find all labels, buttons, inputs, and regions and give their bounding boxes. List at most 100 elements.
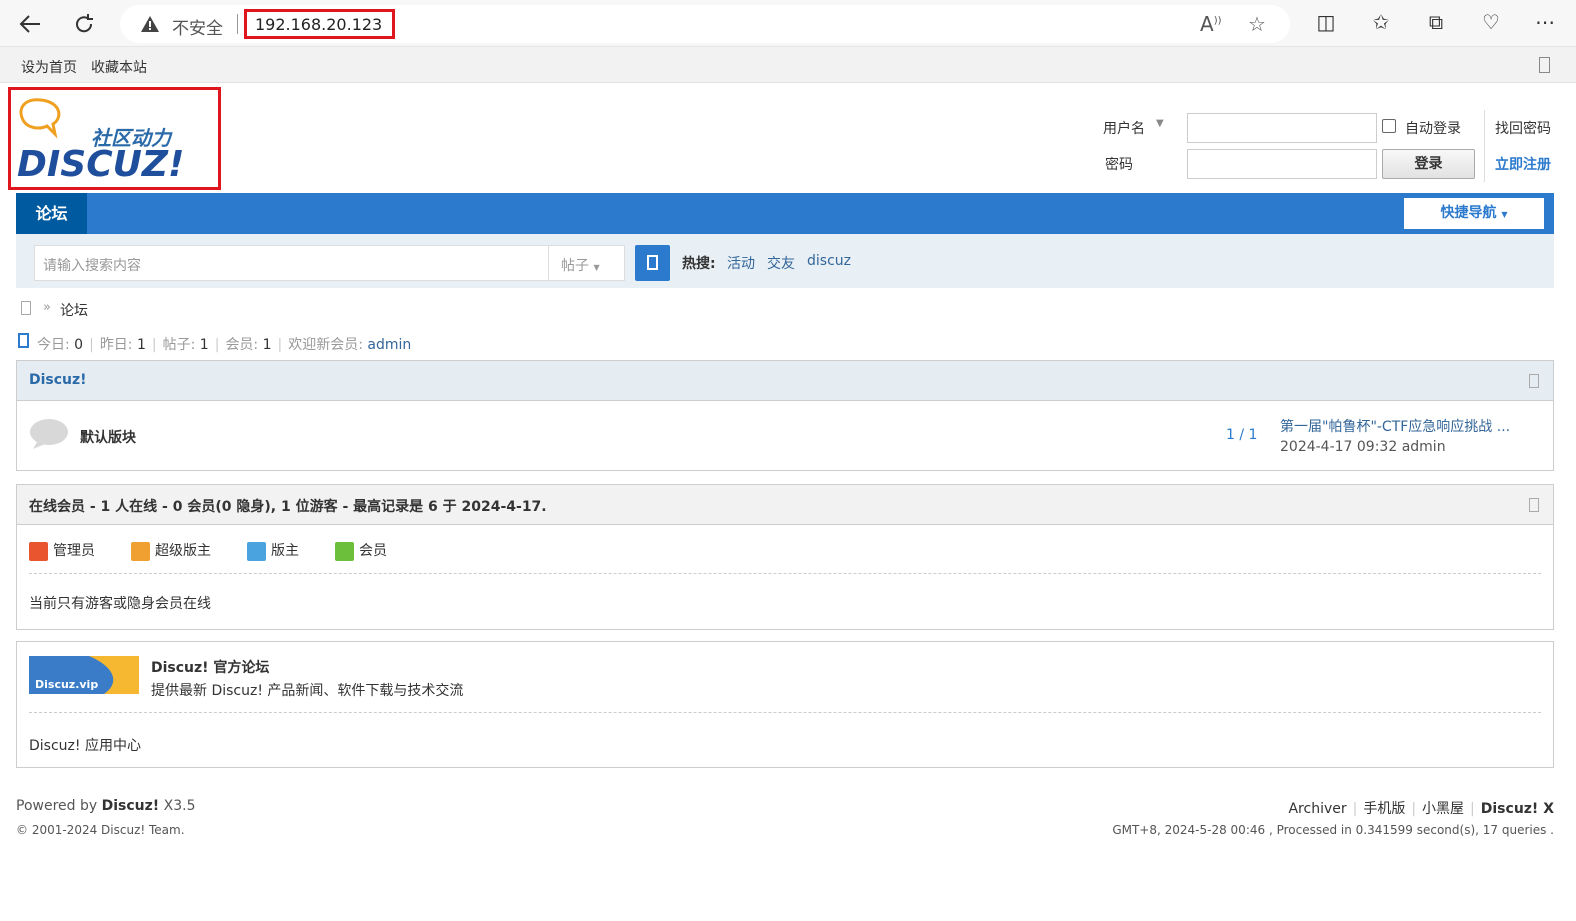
discuz-x-link[interactable]: Discuz! X	[1481, 801, 1554, 817]
online-title: 在线会员 - 1 人在线 - 0 会员(0 隐身), 1 位游客 - 最高记录是…	[29, 499, 547, 515]
legend-label: 管理员	[53, 543, 95, 559]
online-header: 在线会员 - 1 人在线 - 0 会员(0 隐身), 1 位游客 - 最高记录是…	[17, 485, 1553, 525]
online-panel: 在线会员 - 1 人在线 - 0 会员(0 隐身), 1 位游客 - 最高记录是…	[16, 484, 1554, 630]
refresh-icon[interactable]	[68, 8, 100, 40]
footer-links: Archiver | 手机版 | 小黑屋 | Discuz! X	[1288, 801, 1554, 817]
mobile-link[interactable]: 手机版	[1363, 801, 1405, 817]
search-type-label: 帖子	[561, 258, 589, 274]
forum-thread-count: 1 / 1	[1226, 427, 1258, 443]
search-bar: 请输入搜索内容 帖子 ▼ 热搜: 活动 交友 discuz	[16, 234, 1554, 288]
site-logo[interactable]: 社区动力 DISCUZ!	[8, 87, 221, 190]
address-bar[interactable]: 不安全 192.168.20.123 A)) ☆	[120, 5, 1290, 43]
auto-login-checkbox[interactable]	[1382, 119, 1396, 133]
forum-group-header: Discuz!	[17, 361, 1553, 401]
browser-essentials-icon[interactable]: ♡	[1477, 10, 1505, 34]
tab-forum[interactable]: 论坛	[16, 193, 87, 234]
insecure-label: 不安全	[172, 19, 223, 39]
main-navbar: 论坛 快捷导航 ▼	[16, 193, 1554, 234]
stats-icon	[18, 333, 29, 348]
warning-icon	[141, 16, 159, 32]
back-icon[interactable]	[14, 8, 46, 40]
auto-login-label: 自动登录	[1405, 121, 1461, 137]
logo-wordmark: DISCUZ!	[17, 144, 184, 185]
breadcrumb-separator: »	[43, 300, 51, 315]
collapse-icon[interactable]	[1529, 498, 1539, 512]
stats-posts: 1	[199, 337, 209, 353]
stats-welcome-label: 欢迎新会员:	[288, 337, 363, 353]
hot-search-label: 热搜:	[682, 256, 716, 272]
legend-mod: 版主	[247, 540, 299, 561]
app-center-link[interactable]: Discuz! 应用中心	[29, 735, 141, 755]
online-note: 当前只有游客或隐身会员在线	[29, 596, 211, 612]
last-post-link[interactable]: 第一届"帕鲁杯"-CTF应急响应挑战 ...	[1280, 416, 1510, 436]
friend-link-description: 提供最新 Discuz! 产品新闻、软件下载与技术交流	[151, 683, 464, 699]
stats-yesterday: 1	[136, 337, 146, 353]
forgot-password-link[interactable]: 找回密码	[1495, 118, 1551, 138]
quick-nav-label: 快捷导航	[1440, 205, 1497, 221]
last-post-meta: 2024-4-17 09:32 admin	[1280, 439, 1446, 455]
forum-group-panel: Discuz! 默认版块 1 / 1 第一届"帕鲁杯"-CTF应急响应挑战 ..…	[16, 360, 1554, 471]
blacklist-link[interactable]: 小黑屋	[1422, 801, 1464, 817]
discuz-logo-icon: 社区动力 DISCUZ!	[17, 98, 184, 185]
mod-avatar-icon	[247, 541, 266, 561]
set-home-link[interactable]: 设为首页	[21, 57, 77, 77]
more-menu-icon[interactable]: ⋯	[1531, 10, 1559, 34]
powered-by: Powered by Discuz! X3.5	[16, 798, 195, 814]
stats-members: 1	[262, 337, 272, 353]
hot-term-link[interactable]: 交友	[767, 253, 795, 273]
password-input[interactable]	[1187, 149, 1377, 179]
stats-members-label: 会员:	[225, 337, 259, 353]
forum-group-title[interactable]: Discuz!	[29, 372, 87, 388]
divider	[29, 712, 1541, 713]
home-icon[interactable]	[21, 301, 31, 315]
hot-term-link[interactable]: discuz	[807, 253, 851, 269]
forum-bubble-icon	[30, 419, 68, 449]
legend-label: 版主	[271, 543, 299, 559]
collapse-icon[interactable]	[1529, 374, 1539, 388]
mobile-icon[interactable]	[1539, 57, 1550, 73]
quick-nav-button[interactable]: 快捷导航 ▼	[1404, 198, 1544, 229]
read-aloud-icon[interactable]: A))	[1200, 12, 1222, 36]
login-button[interactable]: 登录	[1382, 149, 1475, 179]
vip-logo-text: Discuz.vip	[35, 678, 98, 691]
collections-icon[interactable]: ⧉	[1422, 10, 1450, 34]
forum-name-link[interactable]: 默认版块	[80, 427, 136, 447]
stats-yesterday-label: 昨日:	[99, 337, 133, 353]
friend-link-name[interactable]: Discuz! 官方论坛	[151, 657, 269, 677]
forum-stats: 今日: 0 | 昨日: 1 | 帖子: 1 | 会员: 1 | 欢迎新会员: admin	[37, 337, 412, 353]
search-type-select[interactable]: 帖子 ▼	[548, 245, 625, 281]
favorites-icon[interactable]: ✩	[1367, 10, 1395, 34]
member-avatar-icon	[335, 541, 354, 561]
newest-member-link[interactable]: admin	[367, 337, 411, 353]
search-input[interactable]: 请输入搜索内容	[34, 245, 549, 281]
super-mod-avatar-icon	[131, 541, 150, 561]
legend-admin: 管理员	[29, 540, 95, 561]
register-link[interactable]: 立即注册	[1495, 154, 1551, 174]
password-label: 密码	[1105, 157, 1133, 173]
url-text[interactable]: 192.168.20.123	[244, 9, 395, 39]
stats-today: 0	[74, 337, 84, 353]
legend-label: 会员	[359, 543, 387, 559]
server-info: GMT+8, 2024-5-28 00:46 , Processed in 0.…	[1112, 823, 1554, 837]
discuz-vip-logo[interactable]: Discuz.vip	[29, 656, 139, 694]
version-label: X3.5	[163, 798, 196, 814]
legend-label: 超级版主	[155, 543, 211, 559]
archiver-link[interactable]: Archiver	[1288, 801, 1346, 817]
username-label: 用户名	[1103, 121, 1145, 137]
favorite-star-icon[interactable]: ☆	[1248, 12, 1266, 36]
username-dropdown-icon[interactable]: ▼	[1156, 118, 1164, 129]
powered-brand-link[interactable]: Discuz!	[102, 798, 160, 814]
stats-today-label: 今日:	[37, 337, 70, 353]
browser-toolbar: 不安全 192.168.20.123 A)) ☆ ◫ ✩ ⧉ ♡ ⋯	[0, 0, 1576, 47]
split-screen-icon[interactable]: ◫	[1312, 10, 1340, 34]
chevron-down-icon: ▼	[1501, 210, 1508, 219]
admin-avatar-icon	[29, 541, 48, 561]
breadcrumb-current: 论坛	[60, 303, 88, 319]
bookmark-link[interactable]: 收藏本站	[91, 57, 147, 77]
legend-member: 会员	[335, 540, 387, 561]
hot-term-link[interactable]: 活动	[727, 253, 755, 273]
search-button[interactable]	[635, 245, 670, 281]
forum-row: 默认版块 1 / 1 第一届"帕鲁杯"-CTF应急响应挑战 ... 2024-4…	[17, 401, 1553, 471]
search-icon	[647, 255, 658, 270]
username-input[interactable]	[1187, 113, 1377, 143]
